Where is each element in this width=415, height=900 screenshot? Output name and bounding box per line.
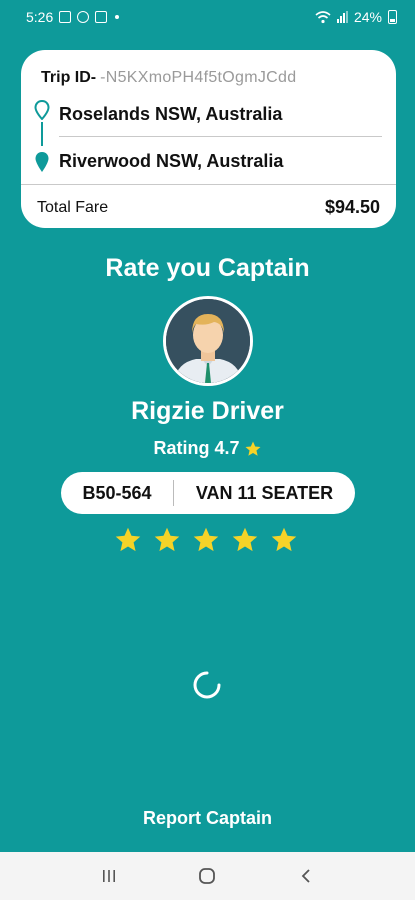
app-notification-icon — [77, 11, 90, 23]
wifi-icon — [315, 10, 331, 23]
trip-id-label: Trip ID- — [41, 69, 97, 86]
total-fare-value: $94.50 — [324, 197, 380, 217]
home-button[interactable] — [192, 861, 222, 891]
driver-avatar — [163, 296, 253, 386]
status-right: 24% — [315, 9, 397, 25]
system-nav-bar — [0, 852, 415, 900]
battery-percent: 24% — [353, 9, 382, 25]
driver-name: Rigzie Driver — [131, 397, 284, 425]
dropoff-location: Riverwood NSW, Australia — [59, 151, 284, 171]
trip-id-value: -N5KXmoPH4f5tOgmJCdd — [100, 69, 297, 86]
more-notifications-icon — [115, 15, 120, 19]
total-fare-label: Total Fare — [37, 199, 109, 216]
star-3-icon[interactable] — [192, 526, 220, 554]
dropoff-pin-icon — [35, 152, 49, 172]
rate-captain-title: Rate you Captain — [105, 254, 310, 282]
vehicle-plate: B50-564 — [82, 482, 152, 503]
recents-button[interactable] — [94, 861, 124, 891]
fare-divider — [21, 184, 396, 185]
location-divider — [59, 136, 382, 137]
home-icon — [199, 868, 216, 884]
driver-rating-text: Rating 4.7 — [153, 438, 240, 458]
pickup-location: Roselands NSW, Australia — [59, 104, 283, 124]
trip-id-row: Trip ID- -N5KXmoPH4f5tOgmJCdd — [41, 69, 296, 87]
battery-icon — [388, 10, 397, 24]
loading-spinner-icon — [193, 671, 221, 699]
back-button[interactable] — [291, 861, 321, 891]
back-icon — [301, 869, 310, 883]
rating-star-icon — [245, 441, 261, 456]
star-4-icon[interactable] — [231, 526, 259, 554]
status-left: 5:26 — [26, 9, 120, 25]
vehicle-info-pill: B50-564 VAN 11 SEATER — [61, 472, 355, 514]
star-rating-input[interactable] — [114, 526, 298, 554]
star-2-icon[interactable] — [153, 526, 181, 554]
driver-avatar-icon — [166, 299, 250, 383]
star-1-icon[interactable] — [114, 526, 142, 554]
pickup-pin-icon — [34, 100, 50, 120]
status-bar: 5:26 24% — [0, 0, 415, 34]
trip-card: Trip ID- -N5KXmoPH4f5tOgmJCdd Roselands … — [21, 50, 396, 228]
status-time: 5:26 — [26, 9, 54, 25]
star-5-icon[interactable] — [270, 526, 298, 554]
gallery-icon — [59, 11, 72, 23]
report-captain-button[interactable]: Report Captain — [0, 808, 415, 829]
cloud-icon — [95, 11, 108, 23]
route-line — [41, 122, 43, 146]
recents-icon — [103, 870, 116, 882]
vehicle-type: VAN 11 SEATER — [195, 482, 334, 503]
signal-icon — [336, 11, 348, 23]
driver-rating: Rating 4.7 — [0, 438, 415, 459]
